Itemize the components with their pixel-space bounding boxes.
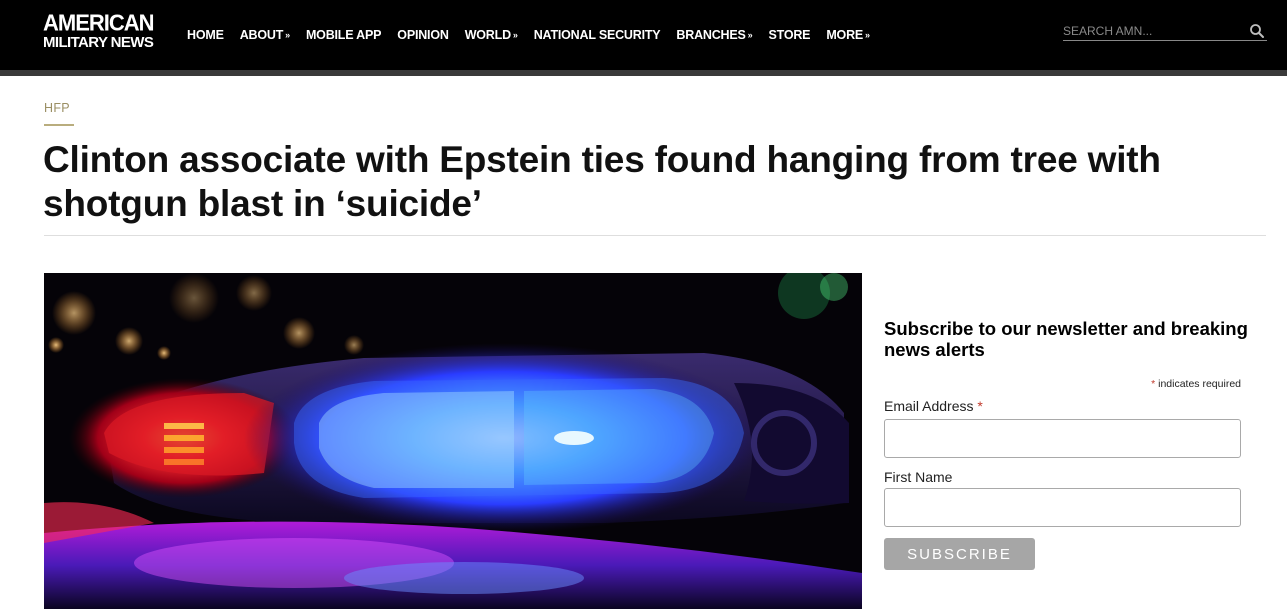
nav-item-mobile-app[interactable]: MOBILE APP: [305, 28, 382, 42]
newsletter-title: Subscribe to our newsletter and breaking…: [884, 318, 1248, 360]
required-asterisk: *: [977, 398, 983, 414]
police-lights-image: [44, 273, 862, 609]
header-bottom-strip: [0, 70, 1287, 76]
search-box: [1063, 22, 1267, 41]
nav-label: WORLD: [464, 28, 511, 42]
nav-label: OPINION: [397, 28, 449, 42]
nav-label: BRANCHES: [676, 28, 746, 42]
site-header: AMERICAN MILITARY NEWS HOME ABOUT» MOBIL…: [0, 0, 1287, 70]
required-note: * indicates required: [884, 378, 1241, 390]
chevron-right-icon: »: [865, 30, 870, 40]
chevron-right-icon: »: [747, 30, 753, 40]
nav-item-about[interactable]: ABOUT»: [240, 28, 290, 42]
nav-item-world[interactable]: WORLD»: [465, 28, 518, 42]
first-name-label: First Name: [884, 469, 953, 485]
nav-label: STORE: [768, 28, 811, 42]
first-name-field[interactable]: [884, 488, 1241, 527]
logo-line-2: MILITARY NEWS: [43, 34, 154, 51]
chevron-right-icon: »: [285, 30, 290, 40]
nav-item-store[interactable]: STORE: [768, 28, 810, 42]
title-divider: [44, 235, 1266, 236]
chevron-right-icon: »: [512, 30, 518, 40]
nav-item-branches[interactable]: BRANCHES»: [676, 28, 752, 42]
nav-label: MORE: [826, 28, 864, 42]
search-icon[interactable]: [1249, 23, 1265, 39]
nav-item-national-security[interactable]: NATIONAL SECURITY: [534, 28, 661, 42]
nav-item-opinion[interactable]: OPINION: [397, 28, 449, 42]
email-label-text: Email Address: [884, 398, 974, 414]
email-field[interactable]: [884, 419, 1241, 458]
required-asterisk: *: [1151, 378, 1156, 390]
nav-item-home[interactable]: HOME: [187, 28, 224, 42]
required-note-text: indicates required: [1158, 378, 1241, 390]
subscribe-button[interactable]: SUBSCRIBE: [884, 538, 1035, 570]
search-input[interactable]: [1063, 22, 1243, 40]
article-title: Clinton associate with Epstein ties foun…: [43, 139, 1161, 224]
email-label: Email Address *: [884, 398, 983, 414]
site-logo[interactable]: AMERICAN MILITARY NEWS: [43, 9, 158, 56]
nav-label: HOME: [187, 28, 224, 42]
category-underline: [44, 124, 74, 126]
logo-line-1: AMERICAN: [43, 9, 155, 36]
nav-item-more[interactable]: MORE»: [826, 28, 870, 42]
main-nav: HOME ABOUT» MOBILE APP OPINION WORLD» NA…: [187, 26, 886, 44]
article-category-link[interactable]: HFP: [44, 101, 70, 115]
article-hero-image: [44, 273, 862, 609]
nav-label: NATIONAL SECURITY: [533, 28, 661, 42]
nav-label: ABOUT: [239, 28, 284, 42]
nav-label: MOBILE APP: [305, 28, 382, 42]
